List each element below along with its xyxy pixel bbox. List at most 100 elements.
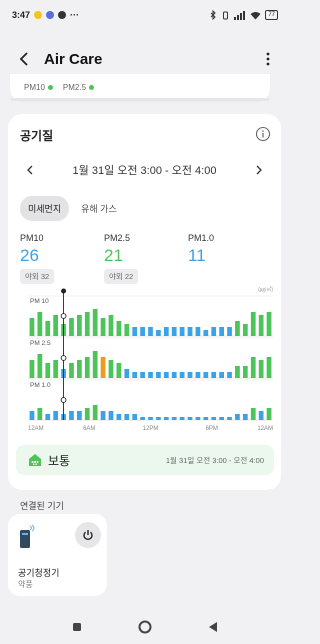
back-nav-button[interactable] bbox=[206, 620, 220, 634]
chart-bar bbox=[235, 414, 240, 420]
chart-bar bbox=[100, 357, 106, 378]
chart-bar bbox=[227, 372, 232, 378]
tab-fine-dust[interactable]: 미세먼지 bbox=[20, 196, 70, 221]
chart-bar bbox=[163, 327, 169, 336]
device-status: 약풍 bbox=[18, 580, 33, 589]
status-time: 3:47 bbox=[12, 10, 31, 20]
chart-bar bbox=[179, 417, 185, 420]
chart-bar bbox=[37, 408, 43, 420]
metric-pm25: PM2.5 21 야외 22 bbox=[104, 233, 139, 284]
square-icon bbox=[73, 623, 81, 631]
chart-bar bbox=[140, 417, 145, 420]
info-icon[interactable] bbox=[255, 126, 271, 142]
pm25-label: PM2.5 bbox=[62, 83, 87, 92]
chart-bar bbox=[37, 354, 43, 378]
back-button[interactable] bbox=[10, 45, 38, 73]
chart-bar bbox=[84, 408, 90, 420]
chart-bar bbox=[211, 372, 217, 378]
chart-bar bbox=[250, 357, 256, 378]
chart-bar bbox=[187, 327, 193, 336]
chart-bar bbox=[100, 318, 106, 336]
notification-app-icon-2 bbox=[58, 11, 67, 19]
signal-icon bbox=[234, 10, 246, 20]
metric-value: 26 bbox=[20, 246, 39, 265]
series-label: PM 1.0 bbox=[30, 382, 51, 389]
chart-bar bbox=[116, 321, 122, 336]
chart-bar bbox=[69, 318, 74, 336]
chart-bar bbox=[211, 417, 217, 420]
chart-bar bbox=[84, 312, 90, 336]
chart-bar bbox=[266, 357, 272, 378]
outdoor-value: 야외 22 bbox=[104, 269, 139, 284]
more-options-button[interactable] bbox=[258, 45, 278, 73]
series-label: PM 10 bbox=[30, 298, 49, 305]
chart-bar bbox=[179, 372, 185, 378]
metric-label: PM2.5 bbox=[104, 233, 131, 243]
power-button[interactable] bbox=[75, 522, 101, 548]
bluetooth-icon bbox=[210, 10, 217, 20]
chart-bar bbox=[100, 411, 106, 420]
notification-app-icon bbox=[46, 11, 55, 19]
battery-indicator: 77 bbox=[265, 10, 278, 20]
chart-bar bbox=[148, 417, 153, 420]
status-bar: 3:47 ··· 77 bbox=[0, 0, 290, 30]
chart-bar bbox=[227, 417, 232, 420]
chart-bar bbox=[132, 327, 138, 336]
chart-bar bbox=[203, 330, 209, 336]
air-purifier-icon bbox=[20, 524, 35, 548]
chart-bar bbox=[140, 327, 145, 336]
chart-bar bbox=[227, 327, 232, 336]
chart-bar bbox=[116, 414, 122, 420]
chart-bar bbox=[108, 360, 114, 378]
recents-button[interactable] bbox=[70, 620, 84, 634]
selection-marker bbox=[60, 313, 67, 319]
metric-label: PM10 bbox=[20, 233, 44, 243]
chart-bar bbox=[116, 363, 122, 378]
chart-bar bbox=[203, 417, 209, 420]
chart-bar bbox=[163, 417, 169, 420]
chart-bar bbox=[77, 315, 82, 336]
pollutant-tabs: 미세먼지 유해 가스 bbox=[20, 196, 125, 221]
app-bar: Air Care bbox=[0, 44, 290, 74]
metric-label: PM1.0 bbox=[188, 233, 215, 243]
chart-bar bbox=[195, 417, 201, 420]
chart-bar bbox=[156, 417, 161, 420]
home-button[interactable] bbox=[138, 620, 152, 634]
chart-bar bbox=[140, 372, 145, 378]
selection-marker bbox=[60, 397, 67, 403]
device-name: 공기청정기 bbox=[18, 568, 60, 578]
chart-bar bbox=[92, 309, 98, 336]
chart-bar bbox=[29, 360, 35, 378]
more-vert-icon bbox=[266, 52, 270, 66]
vibrate-icon bbox=[223, 11, 229, 19]
system-nav-bar bbox=[0, 610, 290, 644]
chart-bar bbox=[235, 321, 240, 336]
next-period-button[interactable] bbox=[251, 160, 267, 180]
chart-bar bbox=[84, 357, 90, 378]
chart-bar bbox=[250, 312, 256, 336]
series-label: PM 2.5 bbox=[30, 340, 51, 347]
card-footer-bar bbox=[10, 98, 270, 101]
chart-bar bbox=[53, 315, 59, 336]
chart-bar bbox=[219, 372, 224, 378]
status-dot bbox=[47, 85, 53, 91]
metric-value: 21 bbox=[104, 246, 123, 265]
page-title: Air Care bbox=[44, 50, 103, 68]
status-dot bbox=[89, 85, 95, 91]
sensor-summary-card[interactable]: PM10 PM2.5 bbox=[10, 74, 270, 101]
hourly-chart[interactable]: (㎍/㎥) PM 10 PM 2.5 PM 1.0 12AM 6AM 12PM 6PM 12A… bbox=[20, 286, 275, 436]
chart-bar bbox=[148, 327, 153, 336]
device-card-purifier[interactable]: 공기청정기 약풍 bbox=[8, 514, 107, 596]
chart-bar bbox=[266, 312, 272, 336]
air-status-time: 1월 31일 오전 3:00 - 오전 4:00 bbox=[165, 455, 264, 465]
outdoor-value: 야외 32 bbox=[20, 269, 55, 284]
chart-bar bbox=[250, 408, 256, 420]
chart-bar bbox=[124, 414, 130, 420]
air-status-label: 보통 bbox=[48, 453, 71, 468]
chart-bar bbox=[171, 417, 177, 420]
chart-bar bbox=[242, 414, 248, 420]
chart-bar bbox=[53, 411, 59, 420]
tab-harmful-gas[interactable]: 유해 가스 bbox=[73, 196, 125, 221]
chart-bar bbox=[179, 327, 185, 336]
metric-value: 11 bbox=[188, 246, 206, 265]
